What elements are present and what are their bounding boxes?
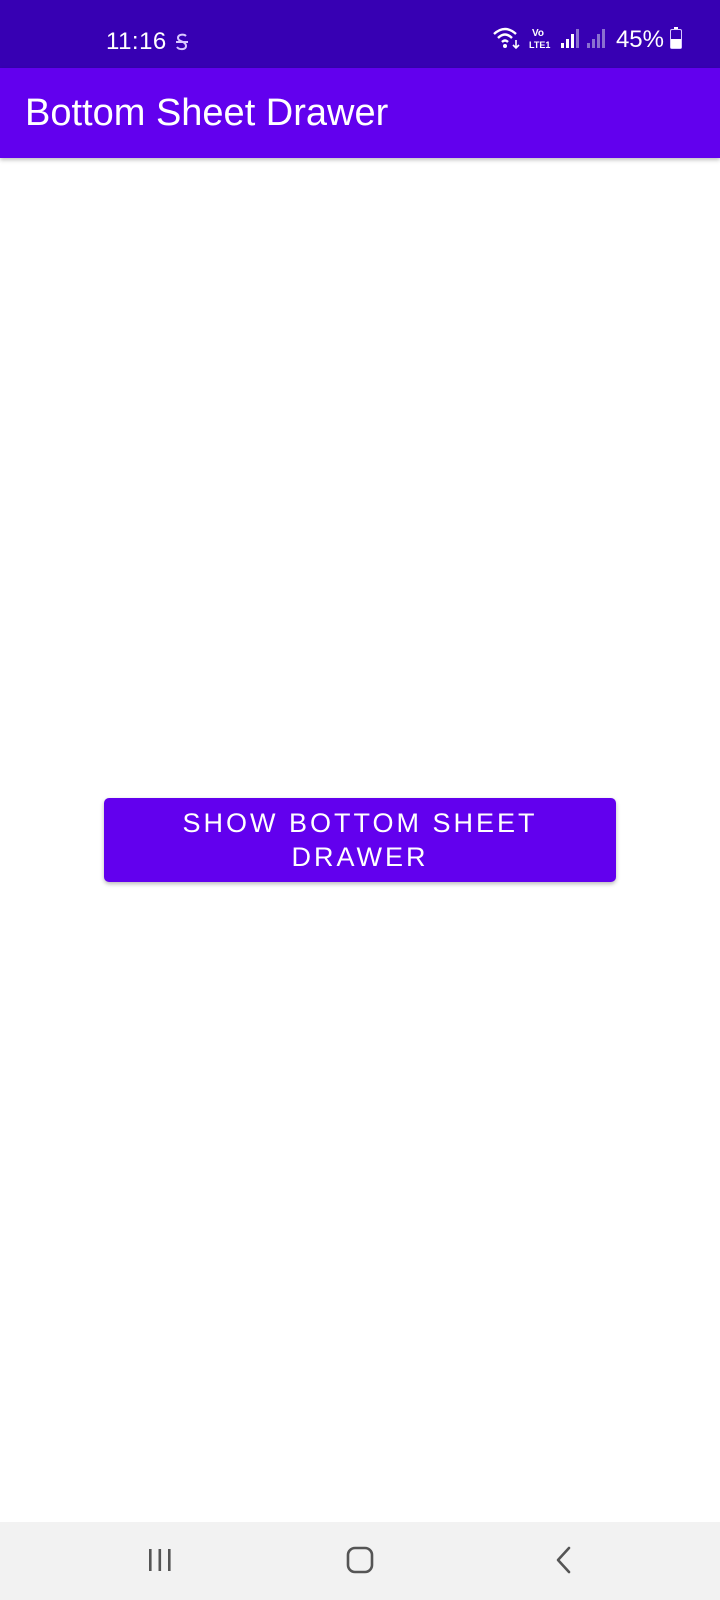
navigation-bar [0,1522,720,1600]
svg-text:Vo: Vo [532,28,544,39]
app-bar: Bottom Sheet Drawer [0,68,720,158]
back-icon [554,1546,574,1579]
home-button[interactable] [338,1540,382,1584]
wifi-icon [492,26,522,55]
recents-icon [147,1548,173,1577]
status-time: 11:16 [106,28,167,55]
show-bottom-sheet-button[interactable]: SHOW BOTTOM SHEET DRAWER [104,798,616,882]
svg-text:LTE1: LTE1 [529,40,550,50]
recents-button[interactable] [138,1540,182,1584]
home-icon [346,1546,374,1579]
battery-percent: 45% [615,26,664,53]
app-title: Bottom Sheet Drawer [25,92,389,134]
battery-icon [670,26,682,54]
signal-2-icon [586,27,606,54]
screen: 11:16 Vo LTE1 45% Bottom Sheet Drawer SH… [0,0,720,1600]
status-bar: 11:16 Vo LTE1 45% [0,0,720,68]
s-icon [174,32,190,52]
back-button[interactable] [542,1540,586,1584]
show-bottom-sheet-button-label: SHOW BOTTOM SHEET DRAWER [182,808,538,872]
signal-1-icon [560,27,580,54]
status-icons: Vo LTE1 45% [492,26,682,54]
volte-icon: Vo LTE1 [528,25,554,56]
